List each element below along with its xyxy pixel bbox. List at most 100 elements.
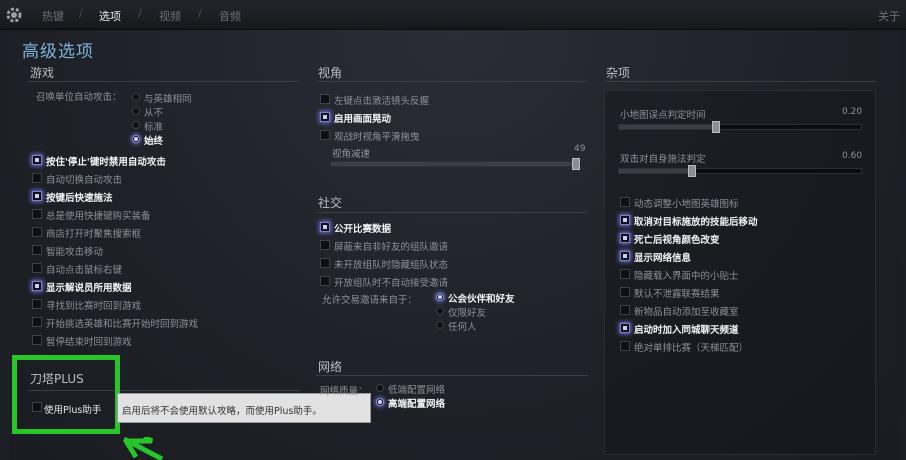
checkbox-label: 自动点击鼠标右键 [46, 265, 123, 276]
radio-label: 从不 [144, 108, 164, 119]
slider-fill [619, 169, 692, 173]
checkbox[interactable] [32, 317, 42, 327]
checkbox[interactable] [620, 197, 630, 207]
section-header-game: 游戏 [30, 66, 55, 80]
tab-audio[interactable]: 音频 [219, 8, 241, 24]
about-link[interactable]: 关于 [878, 8, 900, 24]
tab-separator: / [198, 7, 202, 20]
checkbox-label: 暂停结束时回到游戏 [46, 337, 132, 348]
checkbox-label: 商店打开时聚焦搜索框 [46, 229, 142, 240]
checkbox[interactable] [620, 305, 630, 315]
checkbox[interactable] [320, 112, 330, 122]
radio-button[interactable] [132, 121, 140, 129]
tab-hotkeys[interactable]: 热键 [42, 8, 64, 24]
checkbox[interactable] [32, 299, 42, 309]
checkbox[interactable] [320, 130, 330, 140]
doubletap-slider-value: 0.60 [842, 151, 863, 161]
gear-icon[interactable] [4, 5, 24, 25]
radio-button[interactable] [436, 307, 444, 315]
page-title: 高级选项 [22, 42, 94, 62]
network-quality-label: 网络质量： [320, 386, 368, 397]
slider-thumb[interactable] [711, 121, 720, 133]
radio-button[interactable] [376, 398, 384, 406]
checkbox[interactable] [32, 263, 42, 273]
divider [604, 81, 876, 82]
doubletap-slider[interactable] [618, 165, 862, 177]
checkbox[interactable] [620, 341, 630, 351]
tab-options[interactable]: 选项 [99, 8, 121, 24]
tab-video[interactable]: 视频 [159, 8, 181, 24]
checkbox[interactable] [32, 209, 42, 219]
section-header-misc: 杂项 [606, 66, 631, 80]
section-header-camera: 视角 [318, 66, 343, 80]
checkbox[interactable] [320, 258, 330, 268]
checkbox-label: 屏蔽来自非好友的组队邀请 [334, 242, 449, 253]
tooltip: 启用后将不会使用默认攻略，而使用Plus助手。 [117, 393, 371, 423]
checkbox-label: 按键后快速施法 [46, 193, 113, 204]
checkbox[interactable] [32, 173, 42, 183]
radio-button[interactable] [132, 135, 140, 143]
checkbox-label: 左键点击激活镜头反握 [334, 96, 430, 107]
checkbox[interactable] [620, 215, 630, 225]
checkbox-label: 取消对目标施放的技能后移动 [634, 217, 758, 228]
radio-label: 高端配置网络 [388, 399, 446, 410]
slider-thumb[interactable] [572, 158, 580, 170]
autoattack-label: 召唤单位自动攻击： [36, 92, 122, 103]
divider [28, 81, 300, 82]
checkbox[interactable] [620, 233, 630, 243]
checkbox[interactable] [620, 287, 630, 297]
checkbox[interactable] [32, 155, 42, 165]
checkbox[interactable] [320, 94, 330, 104]
tab-separator: / [138, 7, 142, 20]
radio-label: 仅限好友 [448, 308, 487, 319]
camera-slider-value: 49 [574, 144, 586, 154]
doubletap-slider-label: 双击对自身施法判定 [620, 154, 706, 165]
divider [316, 212, 588, 213]
checkbox[interactable] [32, 191, 42, 201]
camera-slider[interactable] [330, 158, 582, 170]
top-nav-bar: 热键 / 选项 / 视频 / 音频 关于 [0, 0, 906, 30]
checkbox[interactable] [320, 222, 330, 232]
radio-label: 始终 [144, 136, 164, 147]
section-header-social: 社交 [318, 196, 343, 210]
checkbox-label: 动态调整小地图英雄图标 [634, 199, 739, 210]
radio-button[interactable] [436, 293, 444, 301]
checkbox-label: 隐藏载入界面中的小贴士 [634, 271, 739, 282]
checkbox-label: 启动时加入同城聊天频道 [634, 325, 739, 336]
slider-thumb[interactable] [687, 165, 696, 177]
divider [316, 81, 588, 82]
checkbox[interactable] [320, 276, 330, 286]
checkbox-label: 绝对单排比赛（天梯匹配） [634, 343, 749, 354]
minimap-slider-value: 0.20 [842, 107, 863, 117]
checkbox-label: 自动切换自动攻击 [46, 175, 123, 186]
radio-button[interactable] [436, 321, 444, 329]
checkbox-label: 启用画面晃动 [334, 114, 392, 125]
checkbox[interactable] [620, 323, 630, 333]
divider [316, 375, 588, 376]
section-header-network: 网络 [318, 360, 343, 374]
radio-label: 标准 [144, 122, 164, 133]
checkbox[interactable] [32, 335, 42, 345]
minimap-slider[interactable] [618, 121, 862, 133]
radio-label: 与英雄相同 [144, 94, 192, 105]
checkbox-label: 死亡后视角颜色改变 [634, 235, 720, 246]
tooltip-text: 启用后将不会使用默认攻略，而使用Plus助手。 [122, 406, 322, 417]
radio-button[interactable] [132, 107, 140, 115]
checkbox-label: 显示解说员所用数据 [46, 283, 132, 294]
checkbox[interactable] [32, 227, 42, 237]
checkbox-label: 公开比赛数据 [334, 224, 392, 235]
checkbox-label: 观战时视角平滑拖曳 [334, 132, 420, 143]
checkbox[interactable] [32, 281, 42, 291]
radio-button[interactable] [376, 384, 384, 392]
slider-fill [331, 162, 576, 166]
camera-slider-label: 视角减速 [332, 149, 371, 160]
checkbox[interactable] [620, 251, 630, 261]
tab-separator: / [79, 7, 83, 20]
highlight-box [12, 355, 120, 434]
checkbox[interactable] [620, 269, 630, 279]
radio-label: 公会伙伴和好友 [448, 294, 515, 305]
radio-button[interactable] [132, 93, 140, 101]
checkbox[interactable] [320, 240, 330, 250]
checkbox[interactable] [32, 245, 42, 255]
checkbox-label: 智能攻击移动 [46, 247, 104, 258]
